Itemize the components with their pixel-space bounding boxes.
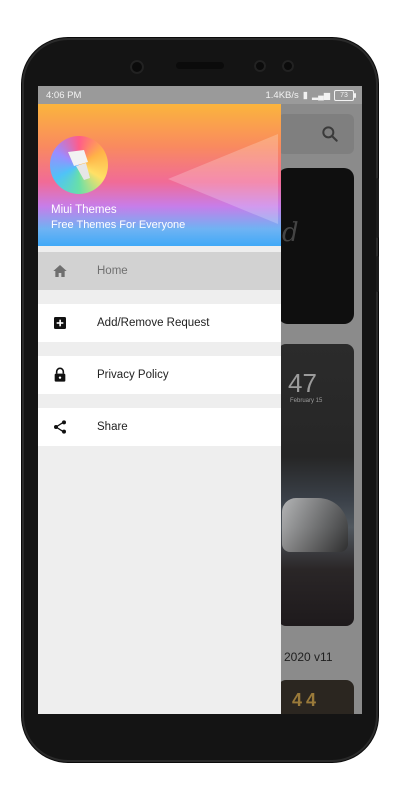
- signal-icon: ▮: [302, 89, 309, 101]
- drawer-item-label: Add/Remove Request: [97, 317, 210, 329]
- power-button: [376, 256, 379, 292]
- card-caption: 2020 v11: [284, 650, 333, 664]
- drawer-item-label: Privacy Policy: [97, 369, 169, 381]
- front-camera: [130, 60, 144, 74]
- drawer-item-label: Share: [97, 421, 128, 433]
- card-clock: 47: [288, 368, 317, 398]
- sensor-left: [254, 60, 266, 72]
- card-script-text: d: [282, 218, 299, 248]
- drawer-item-add-remove-request[interactable]: Add/Remove Request: [38, 304, 281, 342]
- status-time: 4:06 PM: [46, 89, 82, 101]
- network-speed: 1.4KB/s: [265, 89, 299, 101]
- drawer-item-label: Home: [97, 265, 128, 277]
- lock-icon: [54, 367, 66, 382]
- status-bar: 4:06 PM 1.4KB/s ▮ ▂▄▆ 73: [38, 86, 362, 104]
- drawer-item-home[interactable]: Home: [38, 252, 281, 290]
- drawer-header: Miui Themes Free Themes For Everyone: [38, 104, 281, 246]
- navigation-drawer: Miui Themes Free Themes For Everyone Hom…: [38, 104, 281, 714]
- share-icon: [54, 420, 66, 434]
- app-subtitle: Free Themes For Everyone: [51, 219, 186, 231]
- drawer-item-share[interactable]: Share: [38, 408, 281, 446]
- header-shine: [168, 134, 278, 224]
- drawer-item-privacy-policy[interactable]: Privacy Policy: [38, 356, 281, 394]
- card-car-image: [282, 498, 348, 552]
- card3-digits: 44: [292, 690, 321, 710]
- home-icon: [53, 265, 67, 277]
- card-date: February 15: [290, 398, 323, 404]
- volume-button: [376, 178, 379, 238]
- screen: 4:06 PM 1.4KB/s ▮ ▂▄▆ 73 d 47 February 1…: [38, 86, 362, 714]
- search-icon[interactable]: [320, 124, 340, 144]
- plus-box-icon: [54, 317, 66, 329]
- search-bar[interactable]: [278, 114, 354, 154]
- app-title: Miui Themes: [51, 204, 117, 216]
- sensor-right: [282, 60, 294, 72]
- battery-icon: 73: [334, 89, 356, 101]
- earpiece-speaker: [176, 62, 224, 69]
- paint-brush-icon: [68, 150, 90, 180]
- signal-bars-icon: ▂▄▆: [312, 90, 330, 100]
